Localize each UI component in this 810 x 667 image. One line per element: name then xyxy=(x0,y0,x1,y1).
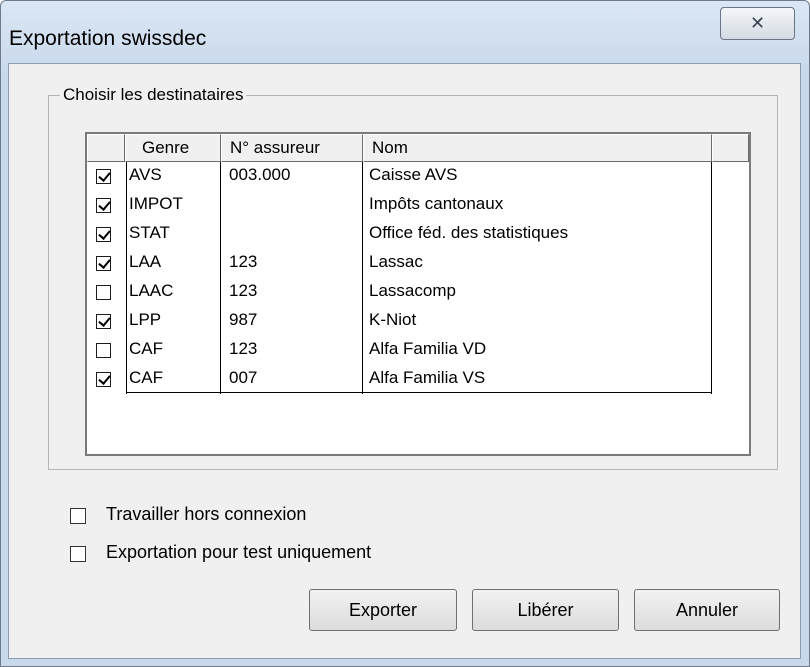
genre-cell: AVS xyxy=(129,165,162,184)
genre-cell: LAAC xyxy=(129,281,174,300)
close-icon: ✕ xyxy=(749,13,766,33)
list-header: Genre N° assureur Nom xyxy=(87,134,749,162)
table-row[interactable]: LAA 123 Lassac xyxy=(87,249,749,277)
row-checkbox[interactable] xyxy=(96,343,111,358)
genre-cell: CAF xyxy=(129,368,163,387)
name-cell: Alfa Familia VD xyxy=(369,339,487,358)
row-checkbox[interactable] xyxy=(96,198,111,213)
name-cell: Caisse AVS xyxy=(369,165,458,184)
genre-cell: STAT xyxy=(129,223,170,242)
column-header-insurer-number[interactable]: N° assureur xyxy=(221,134,363,162)
genre-cell: CAF xyxy=(129,339,163,358)
insurer-number-cell: 123 xyxy=(229,252,258,271)
row-checkbox[interactable] xyxy=(96,372,111,387)
column-header-name[interactable]: Nom xyxy=(363,134,712,162)
insurer-number-cell: 123 xyxy=(229,281,258,300)
test-only-label: Exportation pour test uniquement xyxy=(106,542,372,562)
grid-line xyxy=(126,162,127,394)
grid-line xyxy=(362,162,363,394)
table-row[interactable]: LAAC 123 Lassacomp xyxy=(87,278,749,306)
grid-line xyxy=(220,162,221,394)
offline-label: Travailler hors connexion xyxy=(106,504,307,524)
table-row[interactable]: AVS 003.000 Caisse AVS xyxy=(87,162,749,190)
genre-cell: LAA xyxy=(129,252,162,271)
insurer-number-cell: 123 xyxy=(229,339,258,358)
offline-checkbox[interactable] xyxy=(70,508,86,524)
insurer-number-cell: 003.000 xyxy=(229,165,291,184)
name-cell: Alfa Familia VS xyxy=(369,368,486,387)
column-header-genre[interactable]: Genre xyxy=(125,134,221,162)
table-row[interactable]: CAF 123 Alfa Familia VD xyxy=(87,336,749,364)
name-cell: Impôts cantonaux xyxy=(369,194,504,213)
export-button[interactable]: Exporter xyxy=(309,589,457,631)
row-checkbox[interactable] xyxy=(96,227,111,242)
table-row[interactable]: IMPOT Impôts cantonaux xyxy=(87,191,749,219)
recipients-list[interactable]: Genre N° assureur Nom AVS 003.000 Caisse A… xyxy=(85,132,751,456)
title-bar[interactable]: Exportation swissdec ✕ xyxy=(1,1,809,61)
name-cell: Lassacomp xyxy=(369,281,456,300)
name-cell: Office féd. des statistiques xyxy=(369,223,569,242)
table-row[interactable]: CAF 007 Alfa Familia VS xyxy=(87,365,749,393)
release-button[interactable]: Libérer xyxy=(472,589,619,631)
close-button[interactable]: ✕ xyxy=(720,7,795,40)
window-title: Exportation swissdec xyxy=(9,27,207,50)
name-cell: Lassac xyxy=(369,252,423,271)
test-only-checkbox[interactable] xyxy=(70,546,86,562)
genre-cell: IMPOT xyxy=(129,194,183,213)
table-row[interactable]: LPP 987 K-Niot xyxy=(87,307,749,335)
grid-line xyxy=(127,392,712,393)
row-checkbox[interactable] xyxy=(96,285,111,300)
name-cell: K-Niot xyxy=(369,310,417,329)
insurer-number-cell: 987 xyxy=(229,310,258,329)
grid-line xyxy=(711,162,712,394)
row-checkbox[interactable] xyxy=(96,314,111,329)
row-checkbox[interactable] xyxy=(96,256,111,271)
cancel-button[interactable]: Annuler xyxy=(634,589,780,631)
recipients-group-label: Choisir les destinataires xyxy=(60,85,247,105)
table-row[interactable]: STAT Office féd. des statistiques xyxy=(87,220,749,248)
column-header-check[interactable] xyxy=(87,134,125,162)
column-header-filler xyxy=(712,134,749,162)
insurer-number-cell: 007 xyxy=(229,368,258,387)
row-checkbox[interactable] xyxy=(96,169,111,184)
genre-cell: LPP xyxy=(129,310,162,329)
